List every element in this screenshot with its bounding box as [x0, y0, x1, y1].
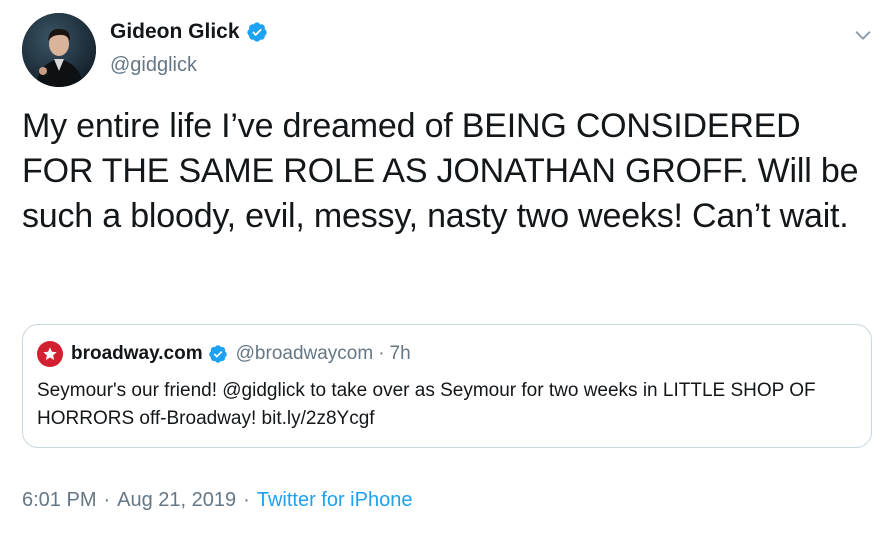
tweet-source-link[interactable]: Twitter for iPhone	[257, 489, 413, 512]
quoted-tweet-text: Seymour's our friend! @gidglick to take …	[37, 380, 816, 429]
chevron-down-icon[interactable]	[852, 24, 874, 46]
tweet-text: My entire life I’ve dreamed of BEING CON…	[22, 107, 859, 235]
broadway-logo-icon	[37, 341, 63, 367]
author-avatar[interactable]	[22, 13, 96, 87]
quoted-display-name: broadway.com	[71, 343, 203, 364]
avatar-image	[22, 13, 96, 87]
quoted-timestamp: 7h	[389, 343, 411, 364]
author-display-name[interactable]: Gideon Glick	[110, 20, 240, 44]
tweet-meta: 6:01 PM · Aug 21, 2019 · Twitter for iPh…	[22, 489, 412, 512]
verified-badge-icon	[246, 22, 267, 42]
tweet-time[interactable]: 6:01 PM	[22, 489, 96, 512]
quoted-separator: ·	[378, 343, 385, 364]
author-handle[interactable]: @gidglick	[110, 54, 197, 77]
quoted-tweet-header: broadway.com @broadwaycom · 7h	[37, 341, 411, 367]
author-name-row: Gideon Glick	[110, 20, 268, 44]
quoted-verified-badge-icon	[208, 345, 227, 363]
meta-separator: ·	[243, 489, 250, 511]
quoted-handle: @broadwaycom	[235, 343, 374, 364]
tweet-date[interactable]: Aug 21, 2019	[117, 489, 236, 512]
quoted-tweet-card[interactable]: broadway.com @broadwaycom · 7h Seymour's…	[22, 324, 872, 448]
meta-separator: ·	[103, 489, 111, 511]
